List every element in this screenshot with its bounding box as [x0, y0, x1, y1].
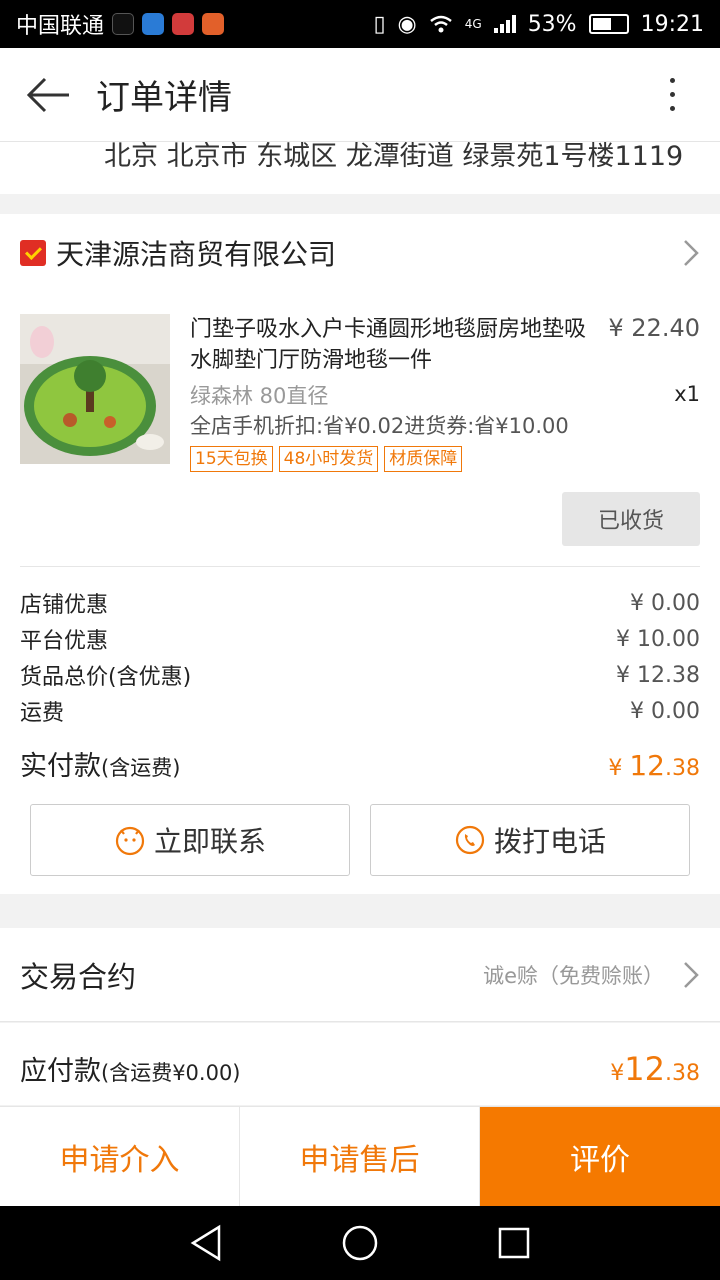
- fee-row-goods-total: 货品总价(含优惠) ¥ 12.38: [20, 658, 700, 692]
- payable-label: 应付款: [20, 1056, 101, 1087]
- fee-value: ¥ 10.00: [616, 626, 700, 652]
- fee-label: 货品总价(含优惠): [20, 665, 192, 690]
- paid-label: 实付款: [20, 751, 101, 782]
- system-nav-bar: [0, 1206, 720, 1280]
- fee-value: ¥ 12.38: [616, 662, 700, 688]
- more-dot-icon: [669, 106, 675, 111]
- actual-paid-row: 实付款 (含运费) ¥ 12.38: [20, 744, 700, 784]
- apply-after-sale-button[interactable]: 申请售后: [240, 1107, 480, 1206]
- more-menu-button[interactable]: [624, 48, 720, 142]
- received-status-button[interactable]: 已收货: [562, 492, 700, 546]
- product-discount: 全店手机折扣:省¥0.02进货券:省¥10.00: [190, 414, 569, 438]
- product-price: ¥ 22.40: [608, 314, 700, 342]
- network-type-label: 4G: [464, 17, 482, 31]
- nav-recents-icon[interactable]: [497, 1226, 531, 1260]
- more-dot-icon: [669, 92, 675, 97]
- fee-value: ¥ 0.00: [630, 590, 700, 616]
- back-button[interactable]: [0, 48, 96, 142]
- clock: 19:21: [640, 11, 704, 37]
- shield-app-icon: [142, 13, 165, 35]
- payable-amount: ¥12.38: [610, 1050, 700, 1088]
- divider: [20, 566, 700, 567]
- app-header: 订单详情: [0, 48, 720, 142]
- nav-back-icon[interactable]: [189, 1224, 223, 1262]
- shipping-address: 北京 北京市 东城区 龙潭街道 绿景苑1号楼1119: [0, 142, 720, 194]
- payable-row: 应付款 (含运费¥0.00) ¥12.38: [0, 1023, 720, 1105]
- store-header[interactable]: 天津源洁商贸有限公司: [0, 214, 720, 292]
- contract-value: 诚e赊（免费赊账）: [483, 963, 664, 988]
- call-label: 拨打电话: [493, 825, 606, 858]
- book-app-icon: [172, 13, 195, 35]
- store-name: 天津源洁商贸有限公司: [56, 238, 337, 271]
- vibrate-icon: ▯: [373, 11, 386, 37]
- chevron-right-icon: [684, 240, 699, 266]
- contact-label: 立即联系: [153, 825, 266, 858]
- product-sku: 绿森林 80直径: [190, 384, 329, 408]
- more-dot-icon: [669, 78, 675, 83]
- store-order-card: 天津源洁商贸有限公司 门垫子吸水入户卡通圆形地毯厨房地垫吸水脚垫门厅防滑地毯一件…: [0, 214, 720, 894]
- paid-sublabel: (含运费): [101, 756, 181, 780]
- order-item[interactable]: 门垫子吸水入户卡通圆形地毯厨房地垫吸水脚垫门厅防滑地毯一件 ¥ 22.40 绿森…: [20, 314, 700, 474]
- bottom-action-bar: 申请介入 申请售后 评价: [0, 1106, 720, 1206]
- chevron-right-icon: [684, 961, 699, 988]
- payable-int: 12: [624, 1050, 665, 1088]
- battery-percent: 53%: [527, 11, 577, 37]
- paid-int: 12: [629, 749, 665, 782]
- battery-icon: [588, 14, 629, 34]
- product-thumbnail: [20, 314, 170, 464]
- contract-label: 交易合约: [20, 959, 137, 994]
- fee-row-platform-discount: 平台优惠 ¥ 10.00: [20, 622, 700, 656]
- status-bar: 中国联通 ▯ ◉ 4G 53% 19:21: [0, 0, 720, 48]
- tiktok-app-icon: [112, 13, 135, 35]
- chat-face-icon: [115, 826, 145, 856]
- video-app-icon: [202, 13, 225, 35]
- fee-value: ¥ 0.00: [630, 698, 700, 724]
- phone-icon: [455, 825, 485, 855]
- page-title: 订单详情: [96, 78, 232, 118]
- service-tag: 15天包换: [190, 446, 273, 472]
- wifi-icon: [429, 15, 452, 33]
- fee-row-shipping: 运费 ¥ 0.00: [20, 694, 700, 728]
- service-tag: 48小时发货: [278, 446, 379, 472]
- payable-currency: ¥: [610, 1061, 625, 1086]
- paid-currency: ¥: [608, 756, 630, 781]
- paid-dec: .38: [665, 756, 700, 781]
- review-button[interactable]: 评价: [480, 1107, 720, 1206]
- fee-row-store-discount: 店铺优惠 ¥ 0.00: [20, 586, 700, 620]
- fee-label: 平台优惠: [20, 629, 109, 654]
- paid-amount: ¥ 12.38: [608, 749, 700, 782]
- payable-sublabel: (含运费¥0.00): [101, 1061, 241, 1085]
- product-quantity: x1: [674, 382, 700, 406]
- product-title: 门垫子吸水入户卡通圆形地毯厨房地垫吸水脚垫门厅防滑地毯一件: [190, 317, 587, 373]
- service-tag: 材质保障: [384, 446, 463, 472]
- carrier-label: 中国联通: [16, 14, 105, 39]
- eye-icon: ◉: [397, 11, 417, 37]
- fee-label: 运费: [20, 701, 65, 726]
- back-arrow-icon: [26, 77, 69, 112]
- nav-home-icon[interactable]: [341, 1224, 379, 1262]
- service-tags: 15天包换 48小时发货 材质保障: [190, 446, 463, 472]
- address-line: 北京 北京市 东城区 龙潭街道 绿景苑1号楼1119: [104, 142, 684, 172]
- apply-intervention-button[interactable]: 申请介入: [0, 1107, 240, 1206]
- store-icon: [20, 240, 46, 266]
- trade-contract-row[interactable]: 交易合约 诚e赊（免费赊账）: [0, 928, 720, 1022]
- signal-icon: [493, 15, 516, 33]
- call-seller-button[interactable]: 拨打电话: [370, 804, 690, 876]
- payable-dec: .38: [665, 1061, 700, 1086]
- fee-label: 店铺优惠: [20, 593, 109, 618]
- contact-seller-button[interactable]: 立即联系: [30, 804, 350, 876]
